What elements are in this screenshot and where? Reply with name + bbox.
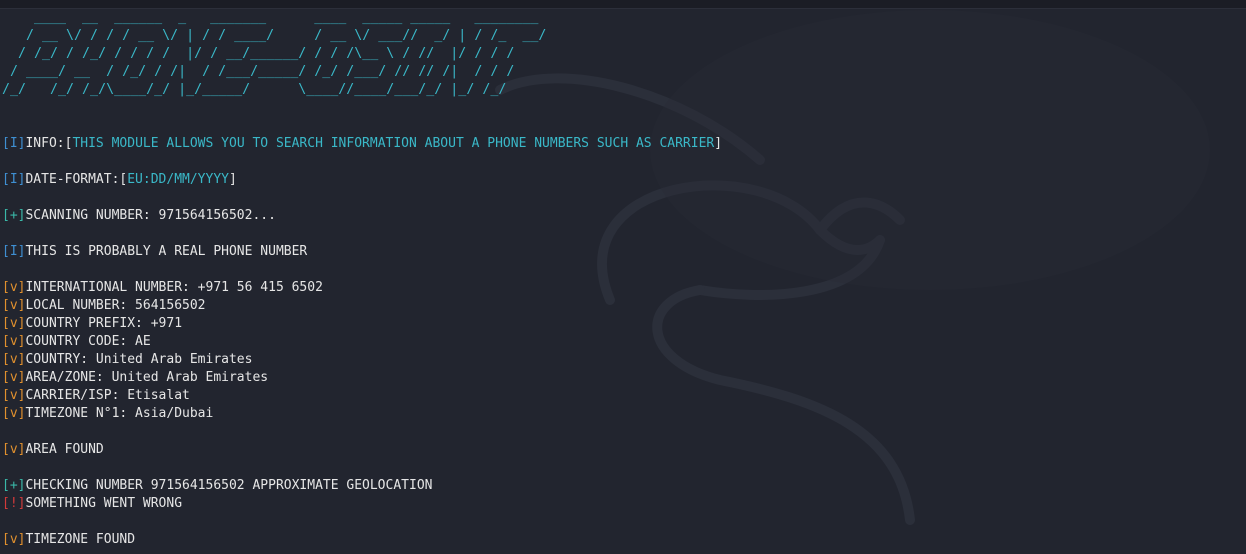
detail-text: AREA/ZONE: United Arab Emirates bbox=[25, 370, 269, 385]
detail-tag: [v] bbox=[2, 280, 26, 295]
banner-line: / ____/ __ / /_/ / /| / /___/_____/ /_/ … bbox=[2, 64, 515, 79]
area-tag: [v] bbox=[2, 442, 26, 457]
terminal-title-bar bbox=[0, 0, 1246, 9]
detail-line: [v]INTERNATIONAL NUMBER: +971 56 415 650… bbox=[2, 279, 1242, 297]
detail-text: CARRIER/ISP: Etisalat bbox=[25, 388, 190, 403]
scan-text: SCANNING NUMBER: 971564156502... bbox=[25, 208, 276, 223]
error-tag: [!] bbox=[2, 496, 26, 511]
date-close: ] bbox=[228, 172, 237, 187]
detail-line: [v]CARRIER/ISP: Etisalat bbox=[2, 387, 1242, 405]
banner-line: / /_/ / /_/ / / / / |/ / __/______/ / / … bbox=[2, 46, 515, 61]
timezone-tag: [v] bbox=[2, 532, 26, 547]
detail-text: TIMEZONE N°1: Asia/Dubai bbox=[25, 406, 214, 421]
scan-tag: [+] bbox=[2, 208, 26, 223]
detail-line: [v]LOCAL NUMBER: 564156502 bbox=[2, 297, 1242, 315]
info-close: ] bbox=[714, 136, 723, 151]
area-found-line: [v]AREA FOUND bbox=[2, 441, 1242, 459]
banner-line: / __ \/ / / / __ \/ | / / ____/ / __ \/ … bbox=[2, 28, 547, 43]
geo-text: CHECKING NUMBER 971564156502 APPROXIMATE… bbox=[25, 478, 433, 493]
detail-tag: [v] bbox=[2, 406, 26, 421]
detail-tag: [v] bbox=[2, 298, 26, 313]
detail-line: [v]COUNTRY CODE: AE bbox=[2, 333, 1242, 351]
real-number-line: [I]THIS IS PROBABLY A REAL PHONE NUMBER bbox=[2, 243, 1242, 261]
detail-line: [v]COUNTRY PREFIX: +971 bbox=[2, 315, 1242, 333]
banner-line: ____ __ ______ _ _______ ____ _____ ____… bbox=[2, 10, 539, 25]
area-text: AREA FOUND bbox=[25, 442, 104, 457]
detail-text: LOCAL NUMBER: 564156502 bbox=[25, 298, 206, 313]
real-text: THIS IS PROBABLY A REAL PHONE NUMBER bbox=[25, 244, 308, 259]
date-text: EU:DD/MM/YYYY bbox=[127, 172, 229, 187]
scan-line: [+]SCANNING NUMBER: 971564156502... bbox=[2, 207, 1242, 225]
detail-line: [v]TIMEZONE N°1: Asia/Dubai bbox=[2, 405, 1242, 423]
timezone-text: TIMEZONE FOUND bbox=[25, 532, 136, 547]
info-text: THIS MODULE ALLOWS YOU TO SEARCH INFORMA… bbox=[72, 136, 715, 151]
detail-text: COUNTRY PREFIX: +971 bbox=[25, 316, 183, 331]
real-tag: [I] bbox=[2, 244, 26, 259]
date-format-line: [I]DATE-FORMAT:[EU:DD/MM/YYYY] bbox=[2, 171, 1242, 189]
geo-tag: [+] bbox=[2, 478, 26, 493]
detail-tag: [v] bbox=[2, 388, 26, 403]
error-line: [!]SOMETHING WENT WRONG bbox=[2, 495, 1242, 513]
date-tag: [I] bbox=[2, 172, 26, 187]
detail-text: COUNTRY: United Arab Emirates bbox=[25, 352, 253, 367]
info-label: INFO:[ bbox=[25, 136, 73, 151]
detail-line: [v]COUNTRY: United Arab Emirates bbox=[2, 351, 1242, 369]
detail-text: COUNTRY CODE: AE bbox=[25, 334, 151, 349]
detail-text: INTERNATIONAL NUMBER: +971 56 415 6502 bbox=[25, 280, 323, 295]
detail-tag: [v] bbox=[2, 334, 26, 349]
banner-line: /_/ /_/ /_/\____/_/ |_/_____/ \____//___… bbox=[2, 82, 507, 97]
terminal-output: ____ __ ______ _ _______ ____ _____ ____… bbox=[2, 9, 1242, 549]
info-line: [I]INFO:[THIS MODULE ALLOWS YOU TO SEARC… bbox=[2, 135, 1242, 153]
detail-tag: [v] bbox=[2, 316, 26, 331]
detail-line: [v]AREA/ZONE: United Arab Emirates bbox=[2, 369, 1242, 387]
geolocation-line: [+]CHECKING NUMBER 971564156502 APPROXIM… bbox=[2, 477, 1242, 495]
ascii-banner: ____ __ ______ _ _______ ____ _____ ____… bbox=[2, 9, 1242, 99]
date-label: DATE-FORMAT:[ bbox=[25, 172, 128, 187]
timezone-found-line: [v]TIMEZONE FOUND bbox=[2, 531, 1242, 549]
detail-tag: [v] bbox=[2, 352, 26, 367]
info-tag: [I] bbox=[2, 136, 26, 151]
detail-tag: [v] bbox=[2, 370, 26, 385]
error-text: SOMETHING WENT WRONG bbox=[25, 496, 183, 511]
